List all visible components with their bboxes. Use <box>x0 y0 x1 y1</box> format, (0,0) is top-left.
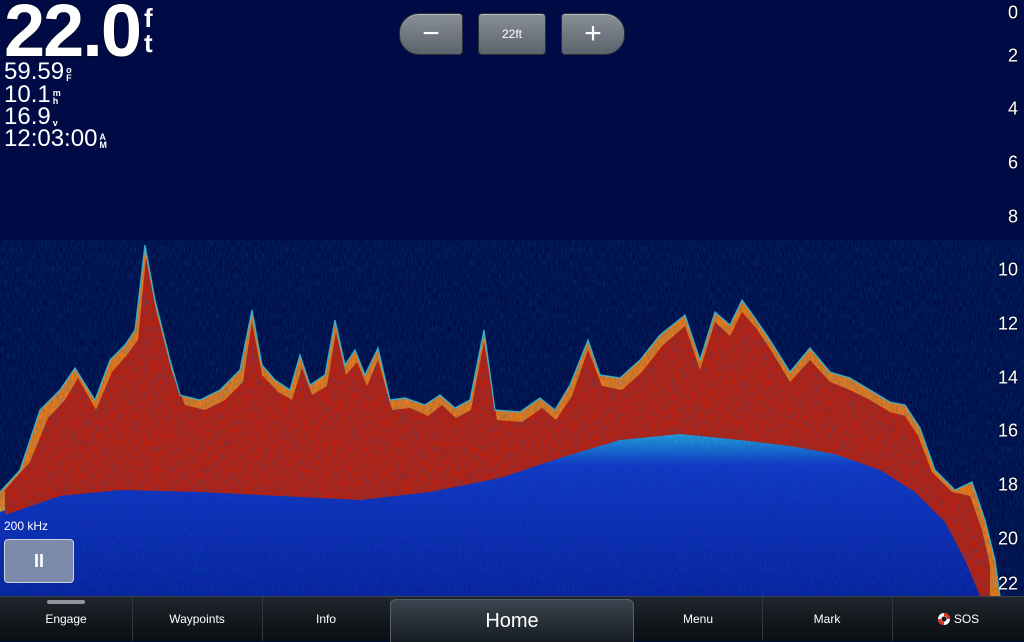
time-unit: A M <box>99 133 107 151</box>
depth-unit-bottom: t <box>144 27 153 58</box>
water-temp-unit-bottom: F <box>66 73 72 84</box>
depth-scale-label: 2 <box>1007 45 1018 66</box>
info-label: Info <box>315 612 336 626</box>
waypoints-button[interactable]: Waypoints <box>132 597 263 641</box>
water-temp-unit: o F <box>66 66 72 84</box>
depth-scale-label: 8 <box>1007 206 1018 227</box>
time-value: 12:03:00 <box>4 125 98 152</box>
depth-scale-label: 20 <box>997 528 1018 549</box>
menu-label: Menu <box>682 612 714 626</box>
menu-button[interactable]: Menu <box>634 597 763 641</box>
bottom-bar: Engage Waypoints Info Home Menu Mark SOS <box>0 596 1024 642</box>
time-unit-bottom: M <box>99 140 107 151</box>
home-button[interactable]: Home <box>390 599 634 642</box>
depth-scale-label: 16 <box>997 420 1018 441</box>
engage-button[interactable]: Engage <box>0 597 133 641</box>
depth-scale-label: 18 <box>997 474 1018 495</box>
pause-button[interactable]: II <box>4 539 74 583</box>
home-label: Home <box>485 609 539 632</box>
depth-scale-label: 12 <box>997 313 1018 334</box>
sonar-echo-display <box>0 240 1024 596</box>
depth-unit-top: f <box>144 3 153 33</box>
frequency-label: 200 kHz <box>4 519 49 533</box>
info-button[interactable]: Info <box>262 597 391 641</box>
sonar-view[interactable]: 22.0 f t 59.59 o F 10.1 m h 16.9 v 12:03… <box>0 0 1024 596</box>
depth-scale-label: 4 <box>1007 98 1018 119</box>
waypoints-label: Waypoints <box>169 612 225 626</box>
zoom-out-button[interactable]: − <box>399 13 463 55</box>
zoom-level-button[interactable]: 22ft <box>478 13 546 55</box>
depth-scale-label: 22 <box>997 573 1018 594</box>
depth-scale-label: 14 <box>997 367 1018 388</box>
lifebuoy-icon <box>937 613 950 625</box>
zoom-in-button[interactable]: + <box>561 13 625 55</box>
mark-button[interactable]: Mark <box>762 597 893 641</box>
depth-scale-label: 6 <box>1007 152 1018 173</box>
depth-scale-label: 0 <box>1007 2 1018 23</box>
mark-label: Mark <box>813 612 841 626</box>
engage-label: Engage <box>45 612 87 626</box>
sos-button[interactable]: SOS <box>892 597 1024 641</box>
sos-label: SOS <box>953 612 980 626</box>
depth-scale-label: 10 <box>997 259 1018 280</box>
depth-unit: f t <box>144 3 153 58</box>
time-readout: 12:03:00 A M <box>4 127 107 151</box>
